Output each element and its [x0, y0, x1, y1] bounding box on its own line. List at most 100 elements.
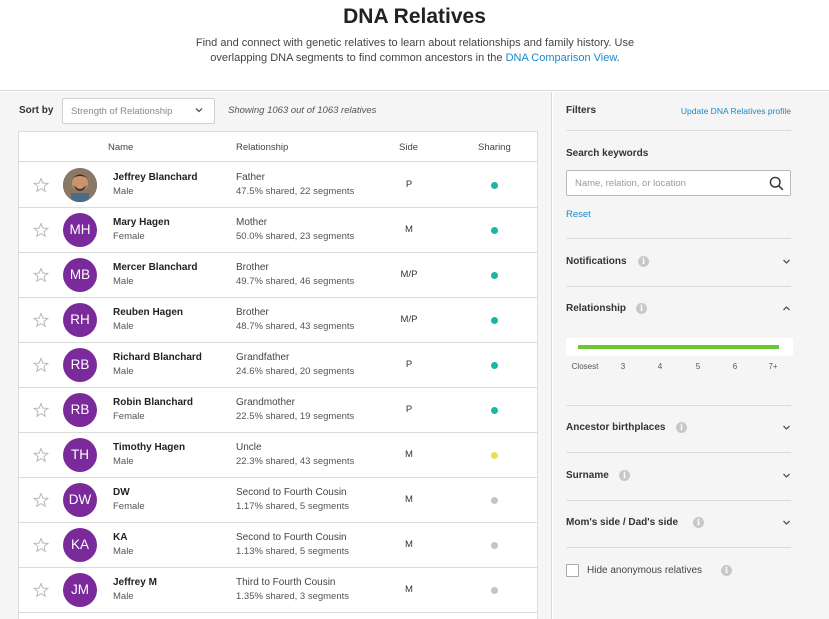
moms-dads-side-label: Mom's side / Dad's side	[566, 517, 679, 528]
star-icon[interactable]	[33, 312, 49, 328]
table-row[interactable]: DW DW Female Second to Fourth Cousin 1.17% s…	[19, 478, 537, 523]
relative-gender: Male	[113, 591, 134, 602]
column-header-name[interactable]: Name	[108, 142, 133, 153]
avatar[interactable]: RB	[63, 348, 97, 382]
search-input[interactable]	[575, 176, 755, 191]
sort-select-value: Strength of Relationship	[71, 106, 173, 117]
relative-name[interactable]: Mary Hagen	[113, 217, 170, 228]
relative-name[interactable]: Timothy Hagen	[113, 442, 185, 453]
filters-panel: Filters Update DNA Relatives profile Sea…	[553, 92, 829, 619]
relationship: Second to Fourth Cousin	[236, 487, 347, 498]
relationship-section[interactable]: Relationship i	[566, 299, 791, 319]
table-row[interactable]: RB Robin Blanchard Female Grandmother 22.5% …	[19, 388, 537, 433]
relative-name[interactable]: Mercer Blanchard	[113, 262, 197, 273]
relative-name[interactable]: Richard Blanchard	[113, 352, 202, 363]
relative-name[interactable]: Reuben Hagen	[113, 307, 183, 318]
showing-count: Showing 1063 out of 1063 relatives	[228, 105, 377, 116]
avatar[interactable]: TH	[63, 438, 97, 472]
chevron-down-icon	[783, 520, 790, 525]
table-row[interactable]: TH Timothy Hagen Male Uncle 22.3% shared, 43…	[19, 433, 537, 478]
reset-link[interactable]: Reset	[566, 209, 591, 220]
slider-handle-min[interactable]	[574, 342, 578, 352]
avatar[interactable]: RB	[63, 393, 97, 427]
table-row[interactable]: JM Jeffrey M Male Third to Fourth Cousin 1.3…	[19, 568, 537, 613]
star-icon[interactable]	[33, 582, 49, 598]
star-icon[interactable]	[33, 357, 49, 373]
tick-label: 4	[657, 362, 663, 371]
avatar[interactable]	[63, 168, 97, 202]
info-icon[interactable]: i	[676, 422, 687, 433]
tick-label: 5	[695, 362, 701, 371]
star-icon[interactable]	[33, 447, 49, 463]
info-icon[interactable]: i	[721, 565, 732, 576]
relative-gender: Male	[113, 456, 134, 467]
sort-bar: Sort by Strength of Relationship Showing…	[0, 92, 552, 130]
avatar[interactable]: DW	[63, 483, 97, 517]
table-row[interactable]: KA KA Male Second to Fourth Cousin 1.13% sha…	[19, 523, 537, 568]
star-icon[interactable]	[33, 177, 49, 193]
divider	[566, 500, 791, 501]
info-icon[interactable]: i	[638, 256, 649, 267]
avatar[interactable]: KA	[63, 528, 97, 562]
tick-label: 7+	[768, 362, 778, 371]
subtitle-end: .	[616, 52, 620, 64]
avatar[interactable]: RH	[63, 303, 97, 337]
relatives-pane: Sort by Strength of Relationship Showing…	[0, 92, 552, 619]
star-icon[interactable]	[33, 222, 49, 238]
sort-select[interactable]: Strength of Relationship	[62, 98, 215, 124]
avatar[interactable]: MH	[63, 213, 97, 247]
side-value: M	[405, 539, 413, 550]
star-icon[interactable]	[33, 402, 49, 418]
relative-name[interactable]: DW	[113, 487, 130, 498]
relative-name[interactable]: Robin Blanchard	[113, 397, 193, 408]
shared-dna: 24.6% shared, 20 segments	[236, 366, 355, 377]
side-value: M	[405, 224, 413, 235]
relative-gender: Male	[113, 321, 134, 332]
hide-anonymous-option[interactable]: Hide anonymous relatives i	[566, 563, 791, 579]
table-header: Name Relationship Side Sharing	[19, 132, 537, 162]
sort-by-label: Sort by	[19, 105, 54, 116]
table-row[interactable]: RB Richard Blanchard Male Grandfather 24.6% …	[19, 343, 537, 388]
notifications-section[interactable]: Notifications i	[566, 252, 791, 272]
dna-comparison-link[interactable]: DNA Comparison View	[506, 52, 617, 64]
relationship-label: Relationship	[566, 303, 627, 314]
shared-dna: 1.13% shared, 5 segments	[236, 546, 350, 557]
avatar[interactable]: MB	[63, 258, 97, 292]
search-icon[interactable]	[769, 176, 784, 191]
star-icon[interactable]	[33, 267, 49, 283]
table-row[interactable]: MH Mary Hagen Female Mother 50.0% shared, 23…	[19, 208, 537, 253]
sharing-status-dot	[491, 182, 498, 189]
chevron-down-icon	[783, 259, 790, 264]
column-header-side[interactable]: Side	[399, 142, 418, 153]
hide-anonymous-checkbox[interactable]	[566, 564, 579, 577]
surname-section[interactable]: Surname i	[566, 466, 791, 486]
column-header-sharing[interactable]: Sharing	[478, 142, 511, 153]
table-row[interactable]: RH Reuben Hagen Male Brother 48.7% shared, 4…	[19, 298, 537, 343]
info-icon[interactable]: i	[619, 470, 630, 481]
avatar[interactable]: JM	[63, 573, 97, 607]
relative-name[interactable]: KA	[113, 532, 127, 543]
relationship: Brother	[236, 262, 269, 273]
ancestor-birthplaces-section[interactable]: Ancestor birthplaces i	[566, 418, 791, 438]
relative-gender: Male	[113, 186, 134, 197]
sharing-status-dot	[491, 272, 498, 279]
relative-name[interactable]: Jeffrey M	[113, 577, 157, 588]
tick-label: 6	[732, 362, 738, 371]
relationship-range-slider[interactable]	[566, 338, 793, 356]
info-icon[interactable]: i	[693, 517, 704, 528]
star-icon[interactable]	[33, 537, 49, 553]
table-row[interactable]: Jeffrey Blanchard Male Father 47.5% shared,…	[19, 163, 537, 208]
table-row[interactable]: MB Mercer Blanchard Male Brother 49.7% share…	[19, 253, 537, 298]
column-header-relationship[interactable]: Relationship	[236, 142, 288, 153]
slider-handle-max[interactable]	[779, 342, 783, 352]
moms-dads-side-section[interactable]: Mom's side / Dad's side i	[566, 513, 791, 533]
hide-anonymous-label: Hide anonymous relatives	[587, 565, 703, 576]
update-profile-link[interactable]: Update DNA Relatives profile	[681, 106, 791, 116]
search-box[interactable]	[566, 170, 791, 196]
star-icon[interactable]	[33, 492, 49, 508]
chevron-down-icon	[783, 473, 790, 478]
divider	[566, 452, 791, 453]
shared-dna: 47.5% shared, 22 segments	[236, 186, 355, 197]
relative-name[interactable]: Jeffrey Blanchard	[113, 172, 197, 183]
info-icon[interactable]: i	[636, 303, 647, 314]
